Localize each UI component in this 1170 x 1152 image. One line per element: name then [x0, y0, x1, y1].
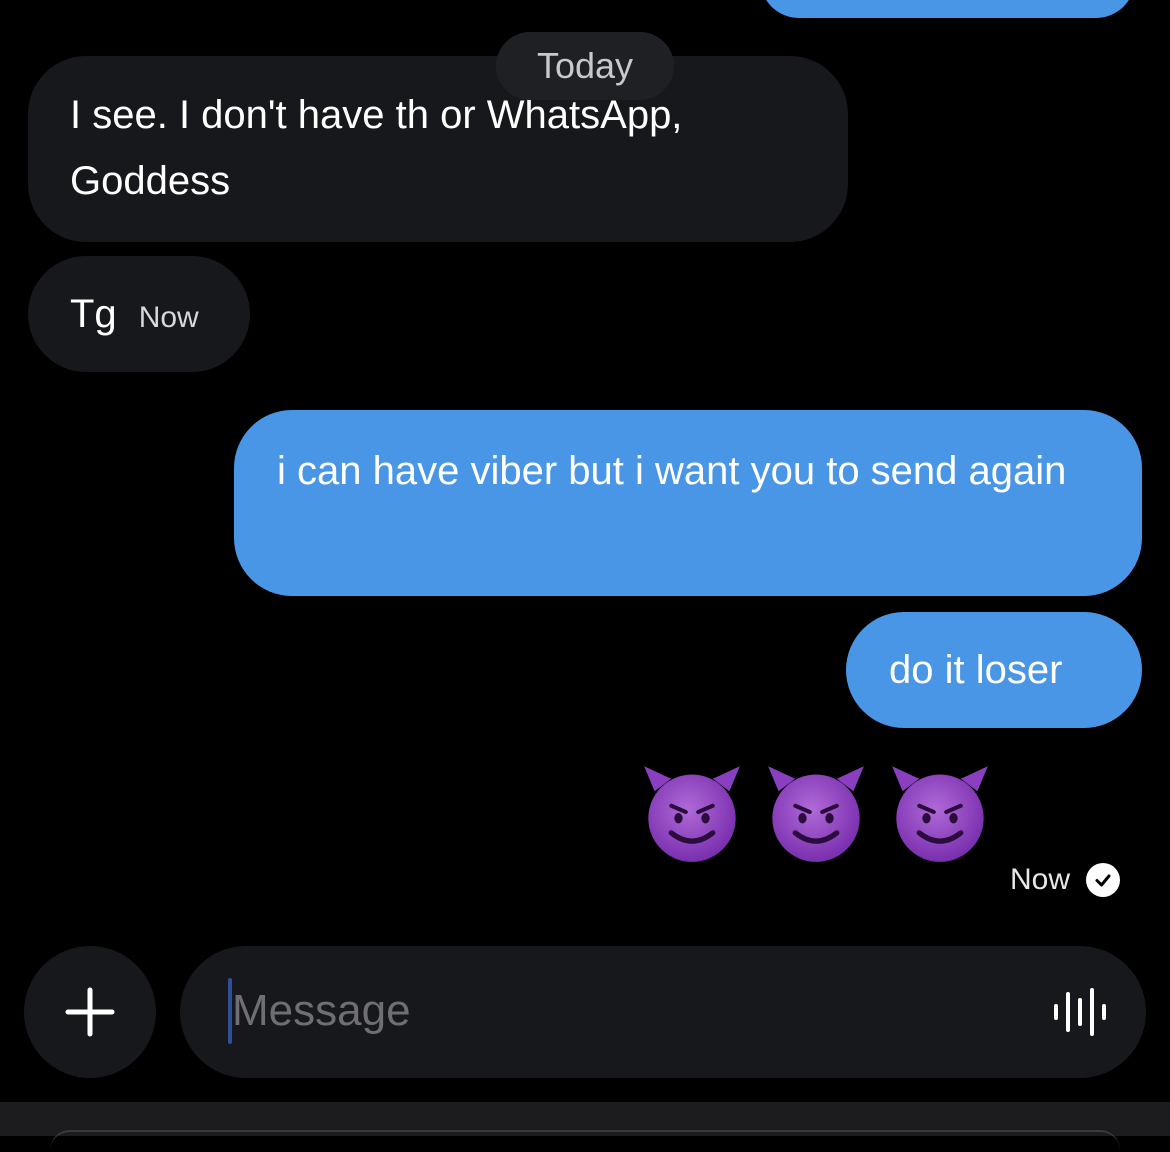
smiling-face-with-horns-icon: [892, 766, 988, 862]
message-timestamp: Now: [138, 301, 199, 334]
message-input-placeholder: Message: [232, 986, 411, 1035]
smiling-face-with-horns-icon: [644, 766, 740, 862]
message-text: Tg: [70, 292, 117, 336]
outgoing-message[interactable]: i can have viber but i want you to send …: [234, 410, 1142, 596]
date-separator-label: Today: [536, 45, 634, 86]
waveform-icon[interactable]: [1050, 984, 1110, 1040]
incoming-message[interactable]: Tg Now: [28, 256, 250, 372]
message-status: Now: [1010, 858, 1121, 902]
add-attachment-button[interactable]: [24, 946, 156, 1078]
keyboard-accessory-edge: [50, 1130, 1120, 1152]
outgoing-message[interactable]: do it loser: [846, 612, 1142, 728]
previous-outgoing-bubble: [760, 0, 1135, 18]
incoming-message[interactable]: I see. I don't have th or WhatsApp, Godd…: [28, 56, 848, 242]
check-circle-icon: [1086, 863, 1121, 897]
message-text: i can have viber but i want you to send …: [277, 449, 1067, 493]
message-timestamp: Now: [1010, 863, 1071, 896]
message-text: I see. I don't have th or WhatsApp, Godd…: [70, 93, 683, 203]
date-separator: Today: [496, 32, 674, 100]
message-text: do it loser: [889, 648, 1063, 692]
smiling-face-with-horns-icon: [768, 766, 864, 862]
plus-icon: [65, 987, 115, 1037]
emoji-message[interactable]: [640, 760, 1000, 880]
